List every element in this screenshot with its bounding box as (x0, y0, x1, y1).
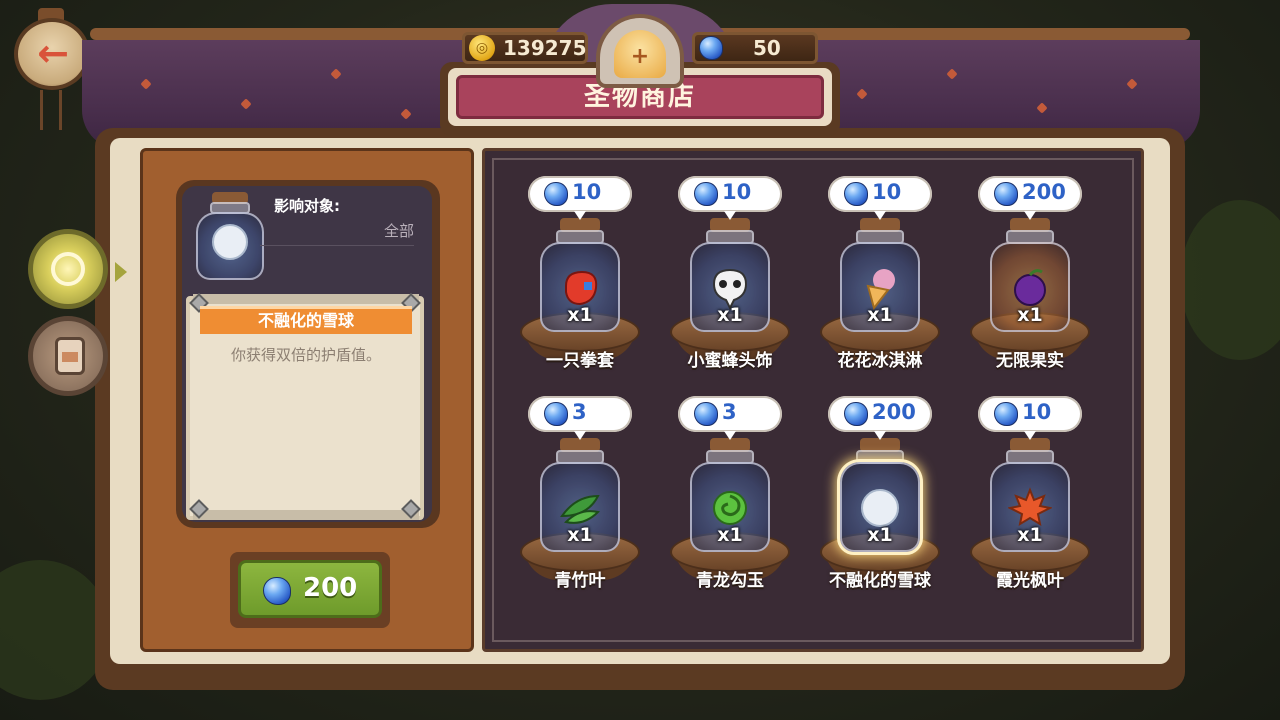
coin-icon: ◎ (469, 35, 495, 61)
gem-icon (263, 577, 291, 605)
shop-item[interactable]: 200 x1 无限果实 (960, 176, 1100, 386)
shop-item[interactable]: 10 x1 小蜜蜂头饰 (660, 176, 800, 386)
item-price: 10 (1022, 400, 1052, 424)
selected-item-jar (194, 192, 266, 284)
jar-icon (55, 337, 85, 375)
item-name: 无限果实 (996, 351, 1064, 371)
item-quantity: x1 (567, 524, 593, 546)
item-name: 青龙勾玉 (696, 571, 764, 591)
item-name: 霞光枫叶 (996, 571, 1064, 591)
gem-icon (844, 182, 868, 206)
item-price: 10 (722, 180, 752, 204)
coin-counter: ◎ 139275 (462, 32, 588, 64)
price-bubble: 3 (678, 396, 782, 440)
shop-item[interactable]: 10 x1 霞光枫叶 (960, 396, 1100, 606)
gem-icon (994, 402, 1018, 426)
item-quantity: x1 (717, 304, 743, 326)
item-name: 青竹叶 (554, 571, 606, 591)
item-quantity: x1 (867, 524, 893, 546)
shop-item[interactable]: 10 x1 花花冰淇淋 (810, 176, 950, 386)
coin-value: 139275 (503, 36, 587, 60)
item-price: 10 (872, 180, 902, 204)
gem-value: 50 (753, 36, 781, 60)
item-quantity: x1 (1017, 304, 1043, 326)
target-value: 全部 (260, 220, 414, 246)
shop-item[interactable]: 3 x1 青竹叶 (510, 396, 650, 606)
back-button-legs (40, 90, 62, 130)
buy-button[interactable]: 200 (238, 560, 382, 618)
selected-item-description: 你获得双倍的护盾值。 (230, 346, 381, 364)
shop-item[interactable]: 3 x1 青龙勾玉 (660, 396, 800, 606)
back-arrow-icon: ← (37, 31, 69, 75)
item-price: 200 (1022, 180, 1066, 204)
price-bubble: 3 (528, 396, 632, 440)
snowball-icon (208, 220, 252, 264)
tab-relics[interactable] (28, 229, 127, 309)
background-foliage (1180, 200, 1280, 360)
gem-icon (844, 402, 868, 426)
item-quantity: x1 (567, 304, 593, 326)
item-name: 一只拳套 (546, 351, 614, 371)
item-price: 10 (572, 180, 602, 204)
price-bubble: 200 (828, 396, 932, 440)
gem-icon (694, 182, 718, 206)
item-price: 3 (572, 400, 587, 424)
gem-icon (994, 182, 1018, 206)
item-quantity: x1 (1017, 524, 1043, 546)
selected-item-name: 不融化的雪球 (200, 306, 412, 334)
background-foliage (0, 560, 110, 700)
price-bubble: 10 (678, 176, 782, 220)
price-bubble: 10 (978, 396, 1082, 440)
item-name: 花花冰淇淋 (837, 351, 923, 371)
target-label: 影响对象: (274, 197, 340, 215)
gem-icon (694, 402, 718, 426)
shop-item[interactable]: 10 x1 一只拳套 (510, 176, 650, 386)
gem-icon (544, 182, 568, 206)
price-bubble: 200 (978, 176, 1082, 220)
tab-pointer (115, 262, 127, 282)
gem-counter: 50 (692, 32, 818, 64)
price-bubble: 10 (528, 176, 632, 220)
item-name: 不融化的雪球 (829, 571, 931, 591)
shop-item-selected[interactable]: 200 x1 不融化的雪球 (810, 396, 950, 606)
buy-price: 200 (303, 573, 358, 603)
tab-jar-shop[interactable] (28, 316, 108, 396)
relic-target-icon (51, 252, 85, 286)
item-quantity: x1 (867, 304, 893, 326)
scroll-rod-top (193, 294, 419, 304)
price-bubble: 10 (828, 176, 932, 220)
item-name: 小蜜蜂头饰 (687, 351, 773, 371)
gem-icon (544, 402, 568, 426)
scroll-rod-bottom (193, 510, 419, 520)
item-quantity: x1 (717, 524, 743, 546)
item-price: 3 (722, 400, 737, 424)
gem-icon (699, 36, 723, 60)
item-price: 200 (872, 400, 916, 424)
